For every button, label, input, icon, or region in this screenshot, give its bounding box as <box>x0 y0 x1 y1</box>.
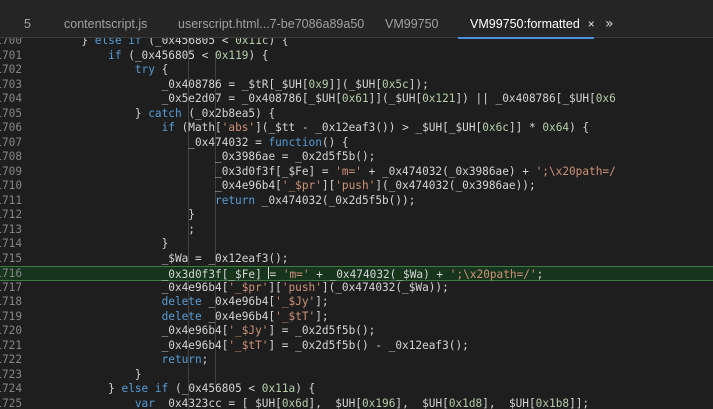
code-text: _0x5e2d07 = _0x408786[_$UH[0x61]](_$UH[0… <box>28 92 616 105</box>
editor-tab-bar: 5 contentscript.js userscript.html...7-b… <box>0 0 713 39</box>
line-number[interactable]: 1711 <box>0 194 22 209</box>
tab-label: VM99750 <box>385 17 439 31</box>
line-number[interactable]: 1723 <box>0 368 22 383</box>
code-text: var _0x4323cc = [_$UH[0x6d], _$UH[0x196]… <box>134 396 590 409</box>
code-text: _0x4e96b4['_$Jy'] = _0x2d5f5b(); <box>28 324 376 337</box>
line-number[interactable]: 1708 <box>0 150 22 165</box>
code-line[interactable]: 1716 _0x3d0f3f[_$Fe] = 'm=' + _0x474032(… <box>0 266 713 281</box>
line-number[interactable]: 1721 <box>0 339 22 354</box>
line-number[interactable]: 1704 <box>0 92 22 107</box>
line-number[interactable]: 1712 <box>0 208 22 223</box>
code-text: _0x4e96b4['_$pr']['push'](_0x474032(_0x3… <box>28 179 536 192</box>
code-text: try { <box>134 63 169 76</box>
line-number[interactable]: 1706 <box>0 121 22 136</box>
code-line[interactable]: 1724 } else if (_0x456805 < 0x11a) { <box>0 382 713 397</box>
tab-5[interactable]: 5 <box>24 0 31 38</box>
line-number[interactable]: 1722 <box>0 353 22 368</box>
line-number[interactable]: 1725 <box>0 397 22 409</box>
code-line[interactable]: 1702 try { <box>0 63 713 78</box>
code-text: return; <box>161 353 209 366</box>
code-text: ; <box>28 222 195 236</box>
code-text: if (Math['abs'](_$tt - _0x12eaf3()) > _$… <box>161 121 590 134</box>
tab-label: contentscript.js <box>64 17 148 31</box>
line-number[interactable]: 1702 <box>0 63 22 78</box>
code-text: return _0x474032(_0x2d5f5b()); <box>215 193 416 207</box>
tab-label: VM99750:formatted <box>470 17 580 31</box>
tab-contentscript[interactable]: contentscript.js <box>64 0 147 38</box>
tab-label: userscript.html...7-be7086a89a50 <box>178 17 365 31</box>
code-text: _0x3d0f3f[_$Fe] = 'm=' + _0x474032(_0x39… <box>28 164 616 178</box>
code-text: delete _0x4e96b4['_$Jy']; <box>161 295 329 308</box>
tab-vm99750-formatted[interactable]: VM99750:formatted × <box>458 0 595 39</box>
line-number[interactable]: 1703 <box>0 78 22 93</box>
code-text: } catch (_0x2b8ea5) { <box>28 106 276 120</box>
line-number[interactable]: 1716 <box>0 267 22 282</box>
code-line[interactable]: 1707 _0x474032 = function() { <box>0 136 713 151</box>
code-line[interactable]: 1705 } catch (_0x2b8ea5) { <box>0 107 713 122</box>
code-text: } <box>28 367 142 381</box>
line-number[interactable]: 1714 <box>0 237 22 252</box>
code-line[interactable]: 1719 delete _0x4e96b4['_$tT']; <box>0 310 713 325</box>
code-line[interactable]: 1700 } else if (_0x456805 < 0x11c) { <box>0 38 713 49</box>
line-number[interactable]: 1707 <box>0 136 22 151</box>
line-number[interactable]: 1713 <box>0 223 22 238</box>
code-line[interactable]: 1723 } <box>0 368 713 383</box>
line-number[interactable]: 1717 <box>0 281 22 296</box>
code-text: _$Wa = _0x12eaf3(); <box>28 251 289 265</box>
code-line[interactable]: 1718 delete _0x4e96b4['_$Jy']; <box>0 295 713 310</box>
close-icon[interactable]: × <box>588 17 595 31</box>
line-number[interactable]: 1720 <box>0 324 22 339</box>
line-number[interactable]: 1710 <box>0 179 22 194</box>
tab-userscript[interactable]: userscript.html...7-be7086a89a50 <box>178 0 364 38</box>
line-number[interactable]: 1715 <box>0 252 22 267</box>
code-line[interactable]: 1709 _0x3d0f3f[_$Fe] = 'm=' + _0x474032(… <box>0 165 713 180</box>
code-line[interactable]: 1725 var _0x4323cc = [_$UH[0x6d], _$UH[0… <box>0 397 713 409</box>
code-text: } <box>28 208 195 221</box>
code-line[interactable]: 1710 _0x4e96b4['_$pr']['push'](_0x474032… <box>0 179 713 194</box>
code-text: } <box>28 237 169 250</box>
code-line[interactable]: 1712 } <box>0 208 713 223</box>
code-text: if (_0x456805 < 0x119) { <box>108 48 269 62</box>
code-line[interactable]: 1706 if (Math['abs'](_$tt - _0x12eaf3())… <box>0 121 713 136</box>
line-number[interactable]: 1705 <box>0 107 22 122</box>
code-line[interactable]: 1715 _$Wa = _0x12eaf3(); <box>0 252 713 267</box>
tab-vm99750[interactable]: VM99750 <box>385 0 439 38</box>
line-number[interactable]: 1718 <box>0 295 22 310</box>
line-number[interactable]: 1701 <box>0 49 22 64</box>
code-line[interactable]: 1703 _0x408786 = _$tR[_$UH[0x9]](_$UH[0x… <box>0 78 713 93</box>
line-number[interactable]: 1724 <box>0 382 22 397</box>
code-line[interactable]: 1704 _0x5e2d07 = _0x408786[_$UH[0x61]](_… <box>0 92 713 107</box>
code-text: _0x4e96b4['_$tT'] = _0x2d5f5b() - _0x12e… <box>28 338 469 352</box>
code-text: _0x408786 = _$tR[_$UH[0x9]](_$UH[0x5c]); <box>28 77 429 91</box>
line-number[interactable]: 1709 <box>0 165 22 180</box>
code-text: } else if (_0x456805 < 0x11c) { <box>28 38 289 47</box>
code-line[interactable]: 1720 _0x4e96b4['_$Jy'] = _0x2d5f5b(); <box>0 324 713 339</box>
code-line[interactable]: 1708 _0x3986ae = _0x2d5f5b(); <box>0 150 713 165</box>
code-line[interactable]: 1722 return; <box>0 353 713 368</box>
code-line[interactable]: 1721 _0x4e96b4['_$tT'] = _0x2d5f5b() - _… <box>0 339 713 354</box>
code-line[interactable]: 1701 if (_0x456805 < 0x119) { <box>0 49 713 64</box>
line-number[interactable]: 1719 <box>0 310 22 325</box>
code-text: _0x474032 = function() { <box>28 135 349 149</box>
code-text: _0x4e96b4['_$pr']['push'](_0x474032(_$Wa… <box>28 280 449 294</box>
code-text: delete _0x4e96b4['_$tT']; <box>161 309 329 323</box>
more-tabs-icon[interactable]: » <box>605 15 621 33</box>
code-line[interactable]: 1714 } <box>0 237 713 252</box>
code-line[interactable]: 1711 return _0x474032(_0x2d5f5b()); <box>0 194 713 209</box>
code-editor[interactable]: 1700 } else if (_0x456805 < 0x11c) {1701… <box>0 38 713 409</box>
code-line[interactable]: 1713 ; <box>0 223 713 238</box>
code-line[interactable]: 1717 _0x4e96b4['_$pr']['push'](_0x474032… <box>0 281 713 296</box>
tab-label: 5 <box>24 17 31 31</box>
line-number[interactable]: 1700 <box>0 38 22 49</box>
code-text: } else if (_0x456805 < 0x11a) { <box>28 382 316 395</box>
code-text: _0x3986ae = _0x2d5f5b(); <box>28 150 376 163</box>
